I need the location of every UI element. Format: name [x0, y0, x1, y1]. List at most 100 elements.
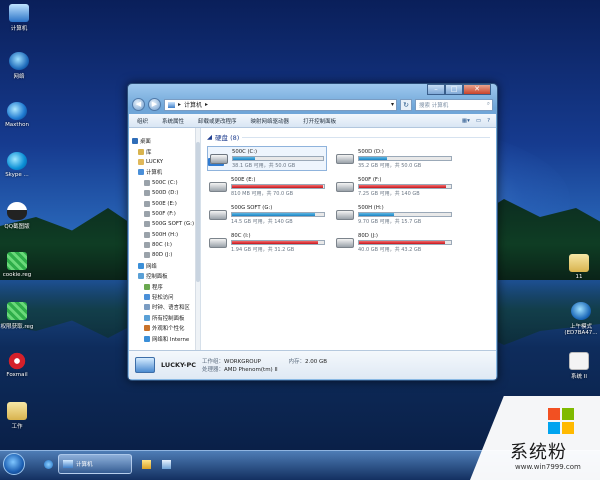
app-icon	[162, 459, 171, 469]
nav-item[interactable]: 500G SOFT (G:)	[129, 219, 200, 229]
desktop-icon-folder-11[interactable]: 11	[562, 254, 596, 280]
address-bar[interactable]: ▸ 计算机 ▸ ▾	[164, 98, 397, 111]
drive-info: 500F (F:) 7.25 GB 可用，共 140 GB	[358, 177, 452, 197]
address-dropdown-icon[interactable]: ▾	[391, 101, 396, 108]
nav-item[interactable]: 外观和个性化	[129, 323, 200, 333]
pc-name: LUCKY-PC	[161, 361, 196, 369]
nav-item[interactable]: 500F (F:)	[129, 209, 200, 219]
drive-tile[interactable]: 80D (J:) 40.0 GB 可用，共 43.2 GB	[334, 230, 454, 255]
collapse-icon[interactable]: ◢	[207, 133, 212, 141]
help-icon[interactable]: ?	[487, 118, 490, 124]
nav-item-label: 500C (C:)	[152, 179, 178, 186]
desktop-icon-system-file[interactable]: 系统 II	[562, 352, 596, 380]
toolbar-control-panel-button[interactable]: 打开控制面板	[303, 117, 336, 125]
toolbar-system-properties-button[interactable]: 系统属性	[162, 117, 184, 125]
drive-tile[interactable]: 500G SOFT (G:) 14.5 GB 可用，共 140 GB	[207, 202, 327, 227]
nav-item-label: 500E (E:)	[152, 200, 177, 207]
back-button[interactable]: ◀	[132, 98, 145, 111]
nav-item[interactable]: 轻松访问	[129, 292, 200, 302]
ie-icon	[44, 459, 53, 469]
desktop-icon-label: 系统 II	[571, 374, 587, 380]
desktop-icon-skype[interactable]: Skype ...	[0, 152, 34, 178]
desktop-icon-network[interactable]: 网络	[2, 52, 36, 80]
hard-disk-group-header[interactable]: ◢ 硬盘 (8)	[207, 132, 490, 142]
taskbar-ie-button[interactable]	[40, 454, 54, 474]
toolbar-organize-button[interactable]: 组织	[137, 117, 148, 125]
drive-tile[interactable]: 500H (H:) 9.70 GB 可用，共 15.7 GB	[334, 202, 454, 227]
refresh-button[interactable]: ↻	[400, 98, 412, 111]
drive-tile[interactable]: 500D (D:) 35.2 GB 可用，共 50.0 GB	[334, 146, 454, 171]
nav-item[interactable]: 500D (D:)	[129, 188, 200, 198]
breadcrumb-computer[interactable]: 计算机	[184, 100, 202, 109]
toolbar-uninstall-button[interactable]: 卸载或更改程序	[198, 117, 237, 125]
drive-info: 80C (I:) 1.94 GB 可用，共 31.2 GB	[231, 233, 325, 253]
taskbar-app-button[interactable]	[158, 454, 172, 474]
nav-item[interactable]: 500E (E:)	[129, 198, 200, 208]
nav-item[interactable]: 库	[129, 146, 200, 156]
nav-item[interactable]: 桌面	[129, 136, 200, 146]
nav-item[interactable]: 80C (I:)	[129, 240, 200, 250]
desktop-icon	[132, 138, 138, 145]
drive-icon	[144, 179, 150, 186]
forward-button[interactable]: ▶	[148, 98, 161, 111]
network-icon	[9, 52, 29, 70]
desktop-icon-label: Maxthon	[5, 122, 29, 128]
nav-item[interactable]: 计算机	[129, 167, 200, 177]
explorer-window: – □ ✕ ◀ ▶ ▸ 计算机 ▸ ▾ ↻ 搜索 计算机 ⌕ 组织 系统属性 卸…	[127, 83, 498, 381]
drive-tile[interactable]: 500C (C:) 38.1 GB 可用，共 50.0 GB	[207, 146, 327, 171]
drive-icon	[144, 190, 150, 197]
desktop-icon-permission-reg[interactable]: 权限获取.reg	[0, 302, 34, 330]
memory-label: 内存：	[288, 359, 305, 365]
folder-icon	[7, 402, 27, 420]
nav-item[interactable]: 控制面板	[129, 271, 200, 281]
view-options-icon[interactable]: ▦▾	[462, 118, 470, 124]
search-input[interactable]: 搜索 计算机 ⌕	[415, 98, 493, 111]
nav-scrollbar-thumb[interactable]	[196, 142, 200, 282]
computer-icon	[168, 101, 175, 108]
start-button[interactable]	[3, 453, 25, 475]
taskbar-app-button[interactable]	[138, 454, 152, 474]
preview-pane-icon[interactable]: ▭	[476, 118, 481, 124]
desktop-icon-label: Foxmail	[6, 372, 28, 378]
nav-item[interactable]: 网络	[129, 261, 200, 271]
desktop-icon-qq[interactable]: QQ截图版	[0, 202, 34, 230]
desktop-icon-label: 工作	[11, 424, 23, 430]
drive-usage-bar	[231, 183, 325, 189]
nav-item[interactable]: 网络和 Interne	[129, 333, 200, 343]
nav-item[interactable]: 所有控制面板	[129, 313, 200, 323]
window-content: 桌面库 LUCKY 计算机 500C (C:) 500D (D:) 500E (E:) 50…	[129, 128, 496, 350]
desktop-icon-network-shortcut[interactable]: 上午模式 (ED7BA47...	[562, 302, 600, 336]
nav-item-label: 桌面	[140, 139, 151, 146]
drive-usage-fill	[233, 156, 255, 160]
taskbar-explorer-button[interactable]: 计算机	[58, 454, 132, 474]
minimize-button[interactable]: –	[427, 84, 445, 95]
nav-item-label: 计算机	[146, 170, 163, 177]
nav-item[interactable]: 80D (J:)	[129, 250, 200, 260]
drive-icon	[144, 221, 150, 228]
desktop-icon-cookie-reg[interactable]: cookie.reg	[0, 252, 34, 278]
desktop-icon-maxthon[interactable]: Maxthon	[0, 102, 34, 128]
nav-scrollbar[interactable]	[195, 128, 200, 350]
desktop-icon-computer[interactable]: 计算机	[2, 4, 36, 32]
drive-free-space: 14.5 GB 可用，共 140 GB	[231, 218, 293, 225]
nav-item[interactable]: LUCKY	[129, 157, 200, 167]
hard-drive-icon	[336, 209, 354, 220]
close-button[interactable]: ✕	[463, 84, 491, 95]
drive-usage-bar	[358, 155, 452, 161]
nav-item-label: 500D (D:)	[152, 190, 179, 197]
nav-item[interactable]: 500C (C:)	[129, 178, 200, 188]
nav-item-label: LUCKY	[146, 158, 164, 165]
drive-info: 500H (H:) 9.70 GB 可用，共 15.7 GB	[358, 205, 452, 225]
desktop-icon-foxmail[interactable]: Foxmail	[0, 352, 34, 378]
toolbar-map-drive-button[interactable]: 映射网络驱动器	[251, 117, 290, 125]
nav-item[interactable]: 500H (H:)	[129, 230, 200, 240]
desktop-icon-label: QQ截图版	[4, 224, 30, 230]
desktop-icon-work-folder[interactable]: 工作	[0, 402, 34, 430]
maximize-button[interactable]: □	[445, 84, 463, 95]
computer-icon	[9, 4, 29, 22]
nav-item[interactable]: 程序	[129, 281, 200, 291]
drive-tile[interactable]: 500E (E:) 810 MB 可用，共 70.0 GB	[207, 174, 327, 199]
nav-item[interactable]: 时钟、语言和区	[129, 302, 200, 312]
drive-tile[interactable]: 500F (F:) 7.25 GB 可用，共 140 GB	[334, 174, 454, 199]
drive-tile[interactable]: 80C (I:) 1.94 GB 可用，共 31.2 GB	[207, 230, 327, 255]
